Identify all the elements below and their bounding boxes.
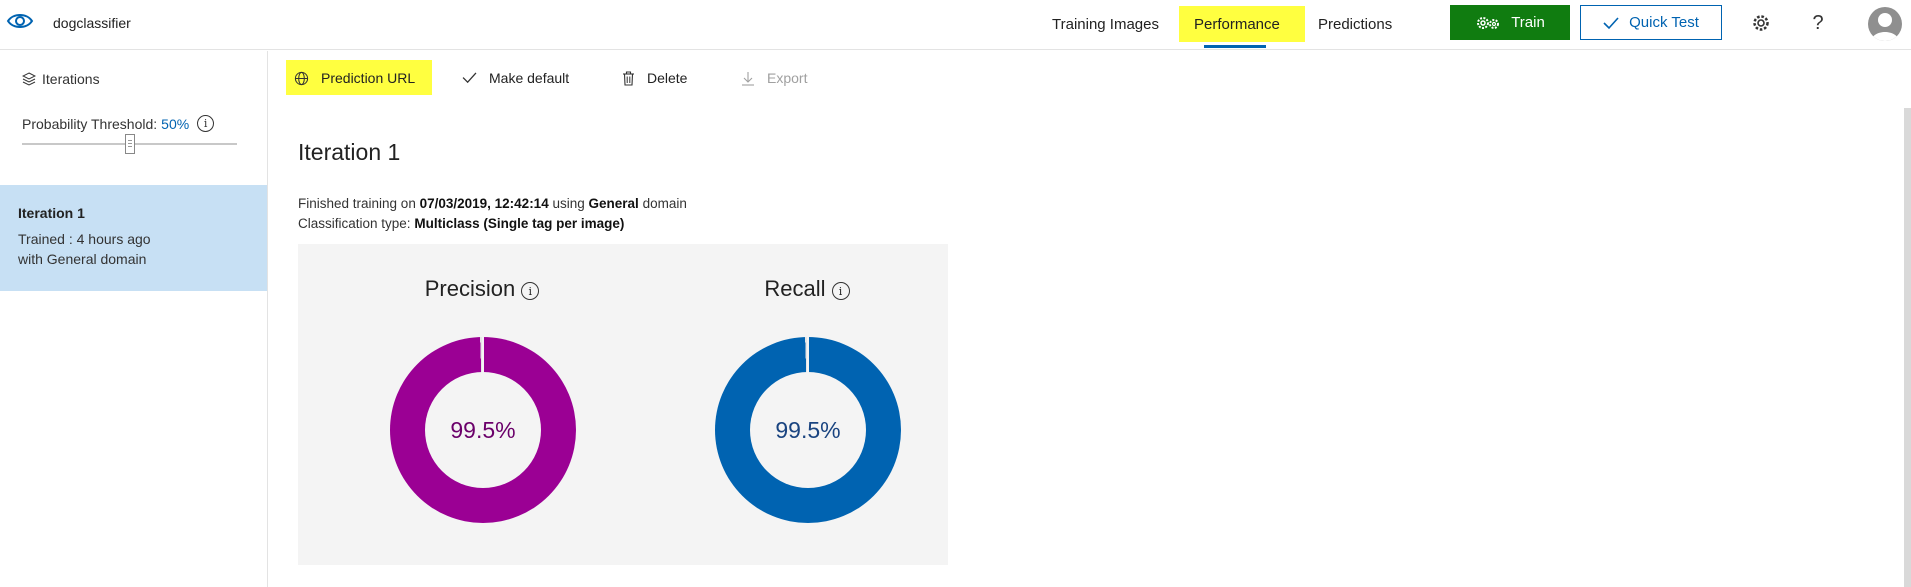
user-icon (1871, 13, 1899, 41)
iteration-name: Iteration 1 (18, 205, 85, 221)
precision-value: 99.5% (425, 372, 541, 488)
iterations-label: Iterations (42, 71, 100, 87)
settings-gear-icon[interactable] (1750, 12, 1772, 34)
eye-icon[interactable] (6, 10, 34, 32)
threshold-label: Probability Threshold: (22, 115, 158, 132)
download-icon (742, 71, 754, 86)
donut-gap-marker (807, 337, 809, 373)
precision-info-icon[interactable]: i (521, 282, 540, 300)
iteration-trained-time: Trained : 4 hours ago (18, 231, 151, 247)
delete-button[interactable]: Delete (622, 70, 687, 86)
tab-performance[interactable]: Performance (1194, 16, 1280, 33)
layers-icon (22, 72, 36, 86)
globe-icon (294, 71, 309, 85)
train-label: Train (1511, 14, 1545, 31)
top-bar: dogclassifier Training Images Performanc… (0, 0, 1911, 50)
finished-using: using (552, 196, 585, 211)
performance-panel: Precision i 99.5% Recall i 99.5% (298, 244, 948, 565)
donut-gap-marker (482, 337, 484, 373)
iteration-domain: with General domain (18, 251, 147, 267)
iterations-heading: Iterations (22, 71, 100, 87)
iterations-sidebar: Iterations Probability Threshold: 50% i … (0, 51, 268, 587)
probability-threshold: Probability Threshold: 50% i (22, 115, 215, 132)
finished-suffix: domain (642, 196, 687, 211)
finished-prefix: Finished training on (298, 196, 416, 211)
finished-date: 07/03/2019, 12:42:14 (419, 196, 549, 211)
prediction-url-label: Prediction URL (321, 70, 416, 86)
quick-test-label: Quick Test (1629, 14, 1699, 31)
page-title: Iteration 1 (298, 139, 401, 165)
export-button[interactable]: Export (741, 70, 807, 86)
threshold-value: 50% (161, 115, 190, 132)
precision-metric: Precision i 99.5% (372, 244, 592, 565)
recall-heading: Recall i (697, 276, 917, 302)
classification-type-info: Classification type: Multiclass (Single … (298, 216, 624, 231)
prediction-url-button[interactable]: Prediction URL (294, 70, 415, 86)
help-icon[interactable]: ? (1807, 12, 1829, 34)
iteration-list-item[interactable]: Iteration 1 Trained : 4 hours ago with G… (0, 185, 267, 291)
info-icon[interactable]: i (197, 115, 215, 132)
recall-value: 99.5% (750, 372, 866, 488)
checkmark-icon (462, 72, 477, 84)
classification-value: Multiclass (Single tag per image) (414, 216, 625, 231)
train-button[interactable]: Train (1450, 5, 1570, 40)
project-name[interactable]: dogclassifier (53, 15, 131, 31)
precision-label: Precision (424, 276, 516, 301)
gears-icon (1477, 16, 1500, 29)
export-label: Export (767, 70, 808, 86)
threshold-slider-handle[interactable] (124, 134, 135, 154)
checkmark-icon (1603, 16, 1619, 29)
recall-donut-chart: 99.5% (715, 337, 901, 523)
delete-label: Delete (647, 70, 688, 86)
avatar[interactable] (1868, 7, 1902, 41)
tab-predictions[interactable]: Predictions (1318, 16, 1392, 33)
recall-metric: Recall i 99.5% (697, 244, 917, 565)
make-default-label: Make default (489, 70, 570, 86)
training-finished-info: Finished training on 07/03/2019, 12:42:1… (298, 196, 687, 211)
precision-heading: Precision i (372, 276, 592, 302)
quick-test-button[interactable]: Quick Test (1580, 5, 1722, 40)
finished-domain: General (588, 196, 639, 211)
recall-label: Recall (764, 276, 826, 301)
precision-donut-chart: 99.5% (390, 337, 576, 523)
trash-icon (623, 70, 634, 86)
tab-training-images[interactable]: Training Images (1052, 16, 1159, 33)
classification-prefix: Classification type: (298, 216, 411, 231)
recall-info-icon[interactable]: i (831, 282, 850, 300)
make-default-button[interactable]: Make default (462, 70, 569, 86)
active-tab-indicator (1204, 45, 1266, 48)
page-scrollbar[interactable] (1904, 108, 1911, 587)
